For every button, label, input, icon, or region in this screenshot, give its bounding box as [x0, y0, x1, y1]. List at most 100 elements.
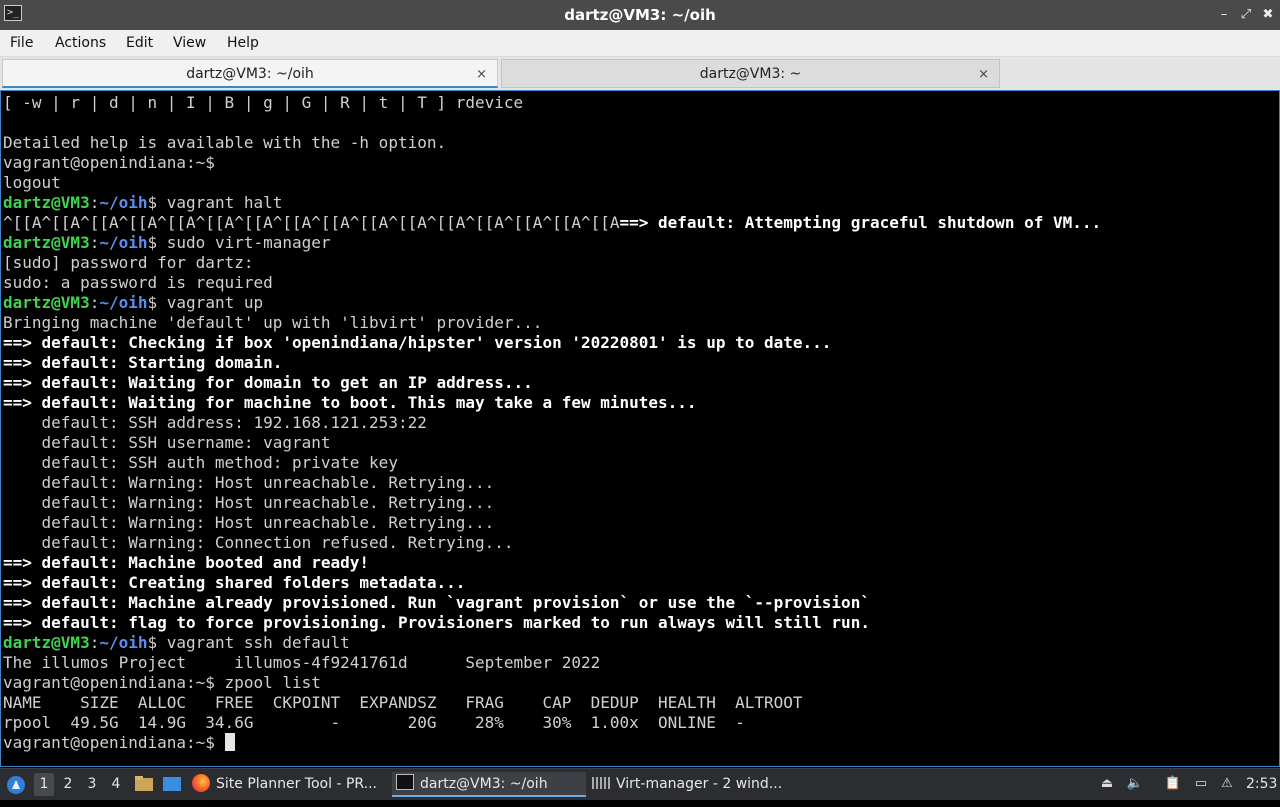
tab-close-icon[interactable]: × [476, 60, 487, 89]
window-titlebar[interactable]: >_ dartz@VM3: ~/oih – ⤢ ✖ [0, 0, 1280, 30]
menu-bar: File Actions Edit View Help [0, 30, 1280, 57]
terminal-output[interactable]: [ -w | r | d | n | I | B | g | G | R | t… [0, 90, 1280, 767]
tab-home[interactable]: dartz@VM3: ~ × [501, 59, 1000, 88]
prompt-separator: : [89, 633, 100, 652]
line-text: rpool 49.5G 14.9G 34.6G - 20G 28% 30% 1.… [3, 713, 745, 732]
line-text: ^[[A^[[A^[[A^[[A^[[A^[[A^[[A^[[A^[[A^[[A… [3, 213, 620, 232]
terminal-line: logout [3, 173, 61, 193]
task-firefox[interactable]: Site Planner Tool - PR... [192, 772, 386, 797]
prompt-path: ~/oih [99, 633, 148, 652]
clipboard-icon[interactable]: 📋 [1164, 775, 1182, 793]
terminal-line: Bringing machine 'default' up with 'libv… [3, 313, 542, 333]
line-text: vagrant@openindiana:~$ [3, 733, 225, 752]
maximize-icon[interactable]: ⤢ [1234, 0, 1258, 30]
prompt-user: dartz@VM3 [3, 193, 90, 212]
tab-close-icon[interactable]: × [978, 60, 989, 89]
terminal-line: rpool 49.5G 14.9G 34.6G - 20G 28% 30% 1.… [3, 713, 745, 733]
line-bold-text: ==> default: Starting domain. [3, 353, 283, 372]
virt-manager-icon [592, 777, 610, 789]
clock[interactable]: 2:53 [1246, 769, 1278, 800]
task-terminal[interactable]: dartz@VM3: ~/oih [392, 772, 586, 797]
terminal-line: Detailed help is available with the -h o… [3, 133, 446, 153]
window-title: dartz@VM3: ~/oih [564, 6, 716, 24]
task-label: Site Planner Tool - PR... [216, 776, 377, 792]
terminal-line: vagrant@openindiana:~$ zpool list [3, 673, 321, 693]
task-label: dartz@VM3: ~/oih [420, 776, 548, 792]
terminal-line: NAME SIZE ALLOC FREE CKPOINT EXPANDSZ FR… [3, 693, 803, 713]
eject-icon[interactable]: ⏏ [1098, 775, 1116, 793]
prompt-symbol: $ [147, 293, 167, 312]
tab-label: dartz@VM3: ~ [699, 66, 802, 82]
line-text: default: SSH auth method: private key [3, 453, 398, 472]
minimize-icon[interactable]: – [1212, 0, 1236, 30]
prompt-path: ~/oih [99, 293, 148, 312]
terminal-line: vagrant@openindiana:~$ [3, 733, 235, 753]
task-label: Virt-manager - 2 wind... [616, 776, 783, 792]
start-menu-icon[interactable] [6, 769, 26, 800]
display-icon[interactable]: ▭ [1192, 775, 1210, 793]
workspace-4[interactable]: 4 [106, 773, 126, 796]
terminal-line: dartz@VM3:~/oih$ vagrant up [3, 293, 263, 313]
file-manager-icon[interactable] [134, 769, 154, 800]
menu-view[interactable]: View [173, 30, 206, 56]
terminal-line: ==> default: Waiting for domain to get a… [3, 373, 533, 393]
terminal-line: [sudo] password for dartz: [3, 253, 253, 273]
menu-help[interactable]: Help [227, 30, 259, 56]
terminal-line: The illumos Project illumos-4f9241761d S… [3, 653, 600, 673]
line-bold-text: ==> default: Attempting graceful shutdow… [619, 213, 1102, 232]
command-text: vagrant halt [166, 193, 283, 212]
prompt-symbol: $ [147, 193, 167, 212]
terminal-line: ==> default: Machine already provisioned… [3, 593, 870, 613]
line-bold-text: ==> default: Waiting for domain to get a… [3, 373, 533, 392]
prompt-symbol: $ [147, 633, 167, 652]
terminal-line: default: SSH username: vagrant [3, 433, 331, 453]
line-text: vagrant@openindiana:~$ zpool list [3, 673, 321, 692]
terminal-line: ^[[A^[[A^[[A^[[A^[[A^[[A^[[A^[[A^[[A^[[A… [3, 213, 1101, 233]
task-virt-manager[interactable]: Virt-manager - 2 wind... [592, 772, 786, 797]
line-text: Detailed help is available with the -h o… [3, 133, 447, 152]
line-text: default: Warning: Host unreachable. Retr… [3, 473, 495, 492]
terminal-line: [ -w | r | d | n | I | B | g | G | R | t… [3, 93, 523, 113]
menu-file[interactable]: File [10, 30, 33, 56]
line-bold-text: ==> default: flag to force provisioning.… [3, 613, 870, 632]
command-text: sudo virt-manager [166, 233, 331, 252]
line-text: default: Warning: Connection refused. Re… [3, 533, 514, 552]
terminal-line: ==> default: Checking if box 'openindian… [3, 333, 831, 353]
line-bold-text: ==> default: Waiting for machine to boot… [3, 393, 697, 412]
show-desktop-icon[interactable] [162, 769, 182, 800]
prompt-user: dartz@VM3 [3, 233, 90, 252]
prompt-separator: : [89, 293, 100, 312]
line-text: [sudo] password for dartz: [3, 253, 254, 272]
firefox-icon [192, 774, 210, 792]
prompt-separator: : [89, 233, 100, 252]
line-bold-text: ==> default: Checking if box 'openindian… [3, 333, 832, 352]
terminal-line: dartz@VM3:~/oih$ sudo virt-manager [3, 233, 331, 253]
line-bold-text: ==> default: Creating shared folders met… [3, 573, 466, 592]
workspace-2[interactable]: 2 [58, 773, 78, 796]
menu-actions[interactable]: Actions [55, 30, 106, 56]
tab-oih[interactable]: dartz@VM3: ~/oih × [2, 59, 498, 88]
command-text: vagrant ssh default [166, 633, 350, 652]
terminal-line: ==> default: Creating shared folders met… [3, 573, 465, 593]
line-text: default: Warning: Host unreachable. Retr… [3, 513, 495, 532]
line-text: default: SSH username: vagrant [3, 433, 331, 452]
terminal-line: ==> default: Starting domain. [3, 353, 282, 373]
workspace-1[interactable]: 1 [34, 773, 54, 796]
volume-icon[interactable]: 🔈 [1126, 775, 1144, 793]
terminal-line: default: Warning: Host unreachable. Retr… [3, 493, 495, 513]
menu-edit[interactable]: Edit [126, 30, 153, 56]
terminal-line: default: SSH address: 192.168.121.253:22 [3, 413, 427, 433]
close-icon[interactable]: ✖ [1256, 0, 1280, 30]
prompt-path: ~/oih [99, 233, 148, 252]
update-notifier-icon[interactable]: ⚠ [1218, 775, 1236, 793]
terminal-line: ==> default: Waiting for machine to boot… [3, 393, 697, 413]
terminal-line: default: Warning: Host unreachable. Retr… [3, 513, 495, 533]
prompt-user: dartz@VM3 [3, 633, 90, 652]
terminal-line: dartz@VM3:~/oih$ vagrant ssh default [3, 633, 350, 653]
line-text: default: SSH address: 192.168.121.253:22 [3, 413, 427, 432]
terminal-line: sudo: a password is required [3, 273, 273, 293]
prompt-symbol: $ [147, 233, 167, 252]
line-text: [ -w | r | d | n | I | B | g | G | R | t… [3, 93, 524, 112]
terminal-line: default: Warning: Connection refused. Re… [3, 533, 514, 553]
workspace-3[interactable]: 3 [82, 773, 102, 796]
